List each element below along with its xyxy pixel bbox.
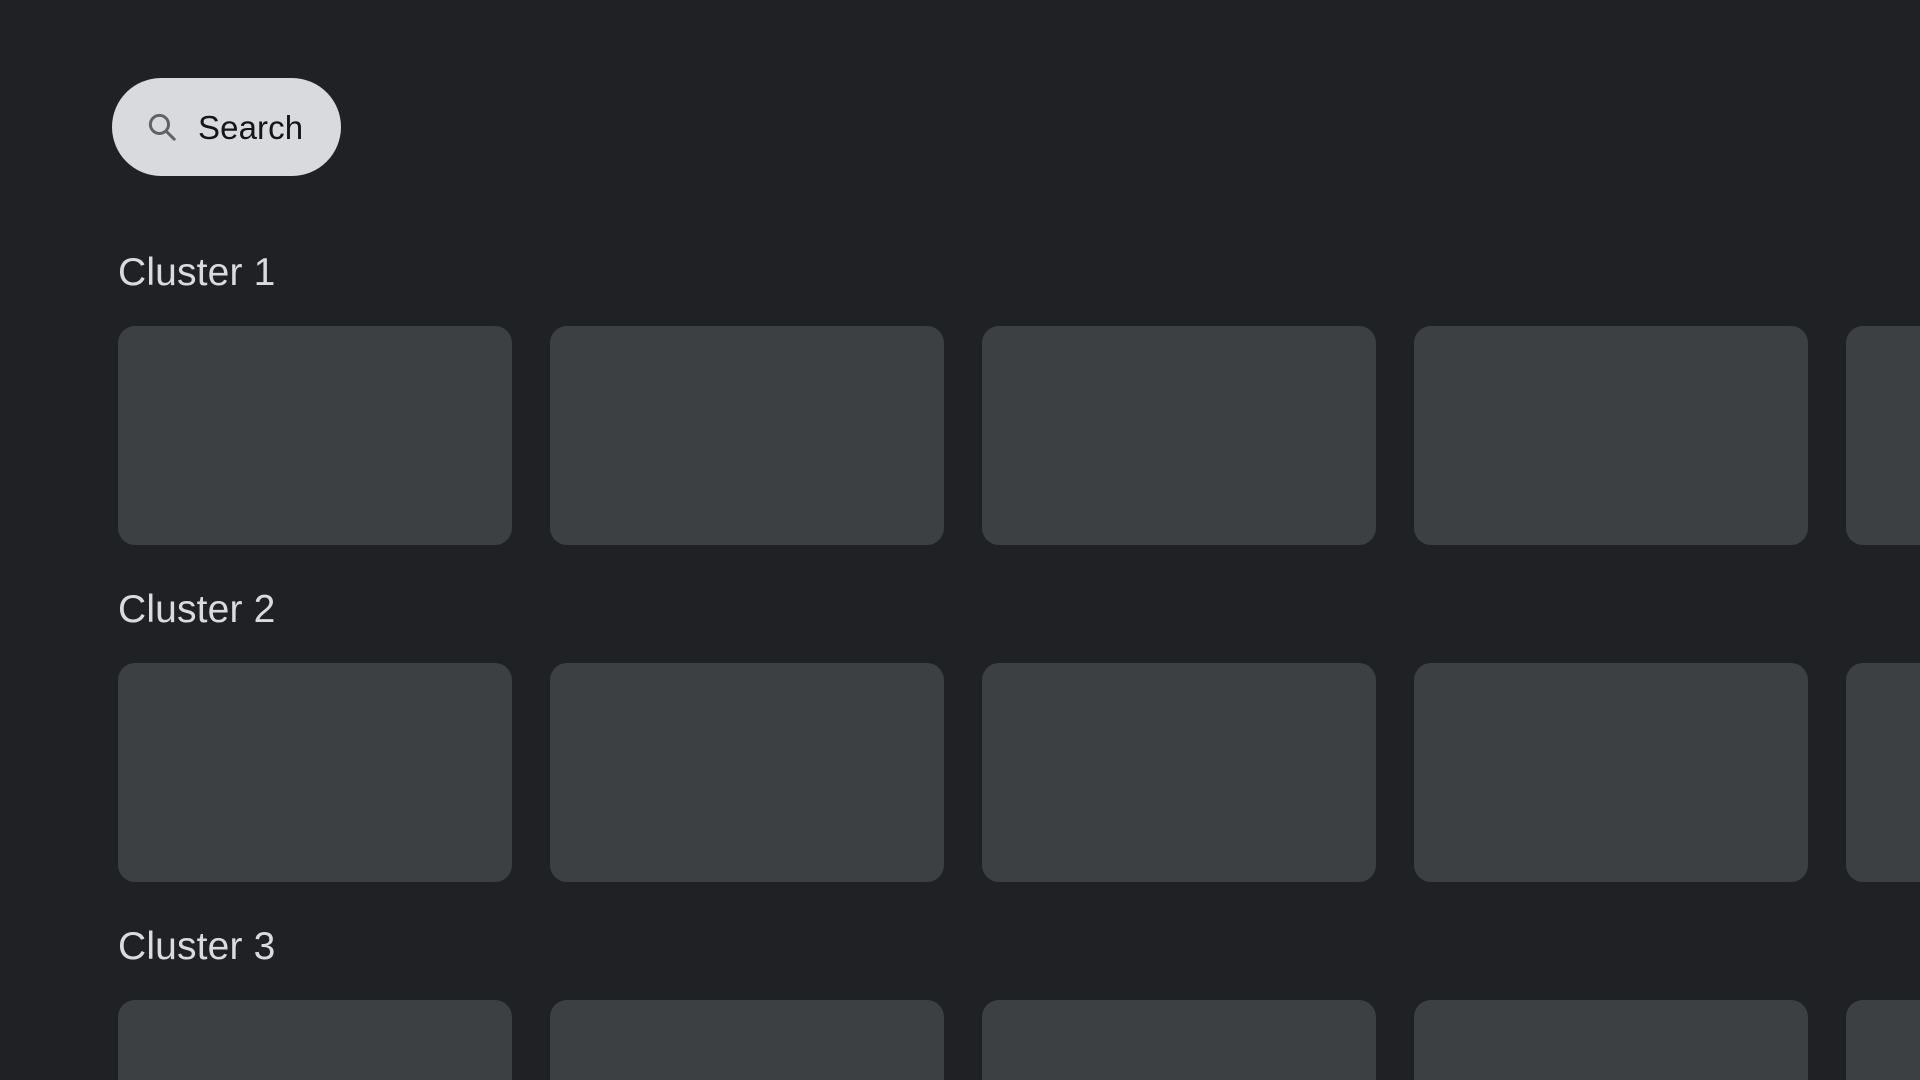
cluster-section-2: Cluster 2: [0, 545, 1920, 882]
cluster-card[interactable]: [982, 326, 1376, 545]
cluster-title-1: Cluster 1: [118, 251, 276, 294]
cluster-card[interactable]: [550, 1000, 944, 1080]
cluster-card[interactable]: [982, 1000, 1376, 1080]
cluster-section-1: Cluster 1: [0, 208, 1920, 545]
cluster-title-2: Cluster 2: [118, 588, 276, 631]
search-icon: [145, 110, 179, 144]
cluster-card[interactable]: [118, 1000, 512, 1080]
cluster-card[interactable]: [118, 663, 512, 882]
cluster-card[interactable]: [982, 663, 1376, 882]
cluster-list: Cluster 1 Cluster 2 Cluster 3: [0, 208, 1920, 1080]
cluster-card-strip-1[interactable]: [118, 326, 1920, 545]
cluster-card[interactable]: [550, 326, 944, 545]
cluster-title-3: Cluster 3: [118, 925, 276, 968]
cluster-section-3: Cluster 3: [0, 882, 1920, 1080]
cluster-card[interactable]: [1846, 326, 1920, 545]
search-bar-container: Search: [112, 78, 342, 176]
cluster-card[interactable]: [1414, 326, 1808, 545]
cluster-card-strip-3[interactable]: [118, 1000, 1920, 1080]
cluster-card[interactable]: [1414, 1000, 1808, 1080]
cluster-card[interactable]: [1846, 663, 1920, 882]
cluster-card[interactable]: [1846, 1000, 1920, 1080]
search-button[interactable]: Search: [112, 78, 342, 176]
search-button-label: Search: [198, 108, 304, 146]
cluster-card[interactable]: [550, 663, 944, 882]
app-root: Search Cluster 1 Cluster 2 Cluster 3: [0, 0, 1920, 1080]
cluster-card[interactable]: [118, 326, 512, 545]
cluster-card[interactable]: [1414, 663, 1808, 882]
cluster-card-strip-2[interactable]: [118, 663, 1920, 882]
